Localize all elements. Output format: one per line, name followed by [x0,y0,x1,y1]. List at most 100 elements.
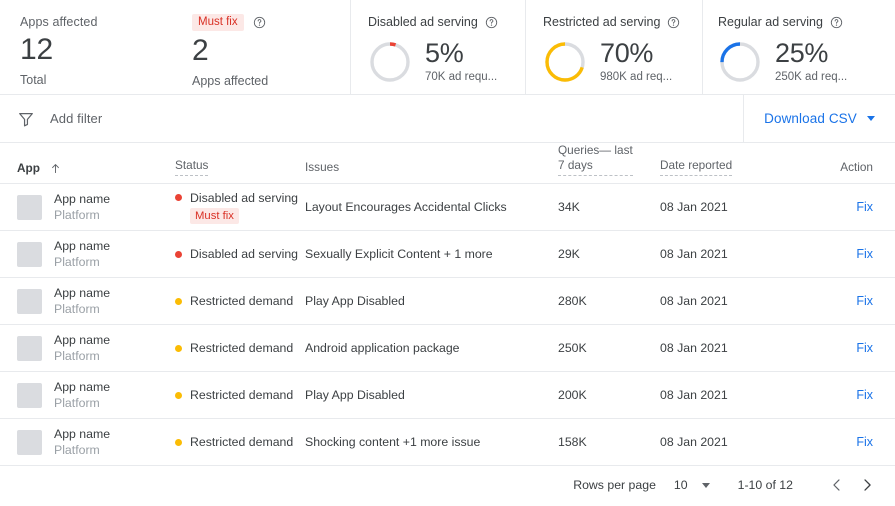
app-icon [17,382,42,408]
help-circle-icon[interactable] [253,16,266,29]
app-icon [17,194,42,220]
restricted-ad-serving-title: Restricted ad serving [543,15,661,29]
table-row[interactable]: App name Platform Restricted demand Play… [0,278,895,325]
cell-status: Disabled ad serving Must fix [175,191,305,224]
cell-date-reported: 08 Jan 2021 [660,433,815,451]
cell-date-reported: 08 Jan 2021 [660,198,815,216]
app-name: App name [54,427,111,441]
must-fix-badge: Must fix [192,14,244,31]
rows-per-page-label: Rows per page [573,478,656,492]
cell-app: App name Platform [0,379,175,411]
cell-issues: Sexually Explicit Content + 1 more [305,245,558,263]
arrow-up-icon[interactable] [49,162,62,175]
issue-label: Play App Disabled [305,294,405,308]
app-platform: Platform [54,208,100,222]
status-label: Disabled ad serving [190,247,299,261]
column-header-queries-line1: Queries— last [558,143,633,157]
table-row[interactable]: App name Platform Restricted demand Play… [0,372,895,419]
date-reported-value: 08 Jan 2021 [660,200,728,214]
app-icon [17,335,42,361]
issue-label: Layout Encourages Accidental Clicks [305,200,507,214]
disabled-ad-serving-body: 5% 70K ad requ... [368,38,525,85]
column-header-app[interactable]: App [0,161,175,176]
add-filter-control[interactable]: Add filter [0,95,743,142]
must-fix-badge-row: Must fix [192,14,350,31]
app-icon [17,288,42,314]
column-header-date-reported[interactable]: Date reported [660,156,815,176]
cell-date-reported: 08 Jan 2021 [660,386,815,404]
app-name: App name [54,380,111,394]
cell-action: Fix [815,339,895,357]
disabled-ad-serving-title: Disabled ad serving [368,15,478,29]
help-circle-icon[interactable] [485,16,498,29]
cell-app: App name Platform [0,426,175,458]
column-header-status[interactable]: Status [175,156,305,176]
table-row[interactable]: App name Platform Restricted demand Shoc… [0,419,895,466]
regular-ad-serving-donut-chart [718,40,762,84]
column-header-issues[interactable]: Issues [305,158,558,176]
cell-status: Restricted demand [175,294,305,308]
chevron-down-icon[interactable] [701,482,710,488]
column-header-queries-line2: 7 days [558,158,593,172]
download-csv-label: Download CSV [764,111,857,126]
chevron-down-icon[interactable] [866,116,875,121]
summary-card-apps-affected-total: Apps affected 12 Total [0,0,172,94]
app-name: App name [54,333,111,347]
cell-app: App name Platform [0,285,175,317]
queries-value: 200K [558,388,587,402]
help-circle-icon[interactable] [667,16,680,29]
rows-per-page-select[interactable]: 10 [674,478,710,492]
status-dot-icon [175,438,182,446]
app-name: App name [54,286,111,300]
regular-ad-serving-percent: 25% [775,38,829,68]
queries-value: 158K [558,435,587,449]
cell-queries: 29K [558,245,660,263]
fix-link[interactable]: Fix [856,200,873,214]
column-header-action: Action [815,158,895,176]
cell-issues: Play App Disabled [305,386,558,404]
regular-ad-serving-requests: 250K ad req... [775,71,848,83]
help-circle-icon[interactable] [830,16,843,29]
cell-app: App name Platform [0,238,175,270]
queries-value: 29K [558,247,580,261]
fix-link[interactable]: Fix [856,435,873,449]
disabled-ad-serving-requests: 70K ad requ... [425,71,498,83]
fix-link[interactable]: Fix [856,388,873,402]
summary-card-disabled-ad-serving: Disabled ad serving 5% 70K ad requ... [350,0,525,94]
table-row[interactable]: App name Platform Disabled ad serving Se… [0,231,895,278]
table-row[interactable]: App name Platform Restricted demand Andr… [0,325,895,372]
app-icon [17,241,42,267]
fix-link[interactable]: Fix [856,341,873,355]
apps-affected-sublabel: Total [20,73,47,87]
cell-action: Fix [815,433,895,451]
cell-action: Fix [815,292,895,310]
cell-issues: Android application package [305,339,558,357]
chevron-left-icon[interactable] [825,473,849,497]
column-header-action-label: Action [840,160,873,174]
fix-link[interactable]: Fix [856,294,873,308]
regular-ad-serving-values: 25% 250K ad req... [775,38,847,85]
status-label: Restricted demand [190,435,294,449]
cell-date-reported: 08 Jan 2021 [660,339,815,357]
fix-link[interactable]: Fix [856,247,873,261]
status-badge: Must fix [190,207,239,224]
summary-card-regular-ad-serving: Regular ad serving 25% 250K ad req... [700,0,895,94]
queries-value: 280K [558,294,587,308]
summary-card-restricted-ad-serving: Restricted ad serving 70% 980K ad req... [525,0,700,94]
app-platform: Platform [54,396,100,410]
column-header-queries[interactable]: Queries— last 7 days [558,143,660,176]
queries-value: 34K [558,200,580,214]
download-csv-button[interactable]: Download CSV [743,95,895,142]
cell-queries: 34K [558,198,660,216]
summary-cards-strip: Apps affected 12 Total Must fix 2 Apps a… [0,0,895,95]
restricted-ad-serving-body: 70% 980K ad req... [543,38,700,85]
regular-ad-serving-title: Regular ad serving [718,15,823,29]
app-name: App name [54,239,111,253]
cell-action: Fix [815,198,895,216]
table-row[interactable]: App name Platform Disabled ad serving Mu… [0,184,895,231]
restricted-ad-serving-header: Restricted ad serving [543,14,700,30]
date-reported-value: 08 Jan 2021 [660,388,728,402]
chevron-right-icon[interactable] [855,473,879,497]
status-dot-icon [175,194,182,201]
filter-funnel-icon[interactable] [17,110,35,128]
